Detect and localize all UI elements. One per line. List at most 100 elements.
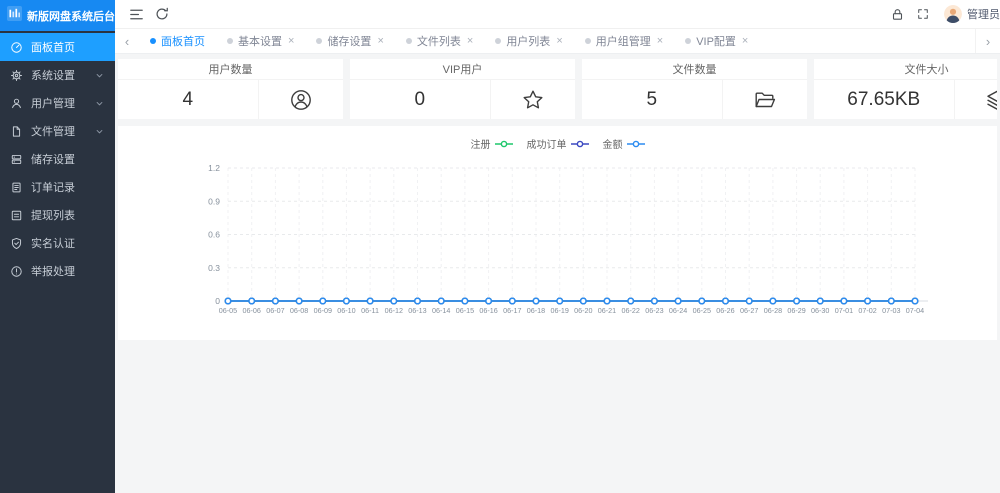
svg-text:06-05: 06-05 bbox=[219, 306, 237, 315]
tab-用户列表[interactable]: 用户列表 × bbox=[484, 29, 573, 53]
tab-label: 储存设置 bbox=[327, 36, 372, 48]
sidebar-item-label: 储存设置 bbox=[31, 154, 75, 166]
tabs-scroll-left-icon[interactable]: ‹ bbox=[115, 29, 139, 53]
stat-cards-row: 用户数量 4 VIP用户 0 文件数量 5 文件大小 67.65KB bbox=[118, 59, 997, 119]
user-avatar[interactable] bbox=[944, 5, 962, 23]
stat-card-title: VIP用户 bbox=[350, 59, 575, 80]
legend-label: 金额 bbox=[602, 140, 623, 151]
refresh-icon[interactable] bbox=[149, 0, 175, 28]
sidebar-item-files[interactable]: 文件管理 bbox=[0, 117, 115, 145]
topbar-right: 管理员 bbox=[884, 0, 1000, 28]
legend-line-marker-icon bbox=[494, 140, 513, 147]
sidebar-item-orders[interactable]: 订单记录 bbox=[0, 173, 115, 201]
user-circle-icon bbox=[257, 80, 344, 119]
svg-text:07-01: 07-01 bbox=[835, 306, 853, 315]
svg-text:0.3: 0.3 bbox=[208, 263, 220, 273]
tab-close-icon[interactable]: × bbox=[467, 35, 473, 47]
tab-close-icon[interactable]: × bbox=[377, 35, 383, 47]
page-content: 用户数量 4 VIP用户 0 文件数量 5 文件大小 67.65KB 注册 成功订单 金额 0 0.… bbox=[115, 54, 1000, 493]
svg-text:06-11: 06-11 bbox=[361, 306, 379, 315]
lock-screen-icon[interactable] bbox=[884, 0, 910, 28]
svg-text:06-30: 06-30 bbox=[811, 306, 829, 315]
tab-close-icon[interactable]: × bbox=[742, 35, 748, 47]
sidebar-item-dashboard[interactable]: 面板首页 bbox=[0, 33, 115, 61]
app-title: 新版网盘系统后台 bbox=[27, 10, 115, 23]
collapse-menu-icon[interactable] bbox=[123, 0, 149, 28]
chevron-down-icon bbox=[94, 98, 105, 109]
svg-text:06-10: 06-10 bbox=[337, 306, 355, 315]
tab-dot bbox=[316, 38, 323, 44]
sidebar-item-system[interactable]: 系统设置 bbox=[0, 61, 115, 89]
svg-text:06-16: 06-16 bbox=[479, 306, 497, 315]
stat-card-3: 文件大小 67.65KB bbox=[814, 59, 997, 119]
svg-text:06-29: 06-29 bbox=[787, 306, 805, 315]
tab-close-icon[interactable]: × bbox=[657, 35, 663, 47]
app-logo: 新版网盘系统后台 bbox=[0, 0, 115, 31]
svg-text:06-25: 06-25 bbox=[693, 306, 711, 315]
svg-text:06-27: 06-27 bbox=[740, 306, 758, 315]
svg-text:06-07: 06-07 bbox=[266, 306, 284, 315]
files-icon bbox=[10, 125, 23, 138]
sidebar-item-users[interactable]: 用户管理 bbox=[0, 89, 115, 117]
tab-基本设置[interactable]: 基本设置 × bbox=[216, 29, 305, 53]
tab-close-icon[interactable]: × bbox=[556, 35, 562, 47]
svg-text:06-20: 06-20 bbox=[574, 306, 592, 315]
report-icon bbox=[10, 265, 23, 278]
svg-text:07-02: 07-02 bbox=[858, 306, 876, 315]
legend-item-成功订单[interactable]: 成功订单 bbox=[527, 136, 589, 151]
tab-label: 面板首页 bbox=[161, 36, 205, 48]
verify-icon bbox=[10, 237, 23, 250]
stat-card-body: 5 bbox=[582, 80, 807, 119]
sidebar-item-label: 举报处理 bbox=[31, 266, 75, 278]
user-name[interactable]: 管理员 bbox=[967, 6, 1000, 22]
legend-item-金额[interactable]: 金额 bbox=[603, 136, 645, 151]
sidebar-item-label: 实名认证 bbox=[31, 238, 75, 250]
tabs-scroll-right-icon[interactable]: › bbox=[975, 29, 1000, 53]
sidebar-item-withdraw[interactable]: 提现列表 bbox=[0, 201, 115, 229]
fullscreen-icon[interactable] bbox=[910, 0, 936, 28]
svg-text:06-06: 06-06 bbox=[243, 306, 261, 315]
tab-dot bbox=[495, 38, 502, 44]
stat-card-value: 4 bbox=[182, 88, 194, 110]
svg-text:1.2: 1.2 bbox=[208, 163, 220, 173]
stat-card-0: 用户数量 4 bbox=[118, 59, 343, 119]
app-root: 新版网盘系统后台 面板首页 系统设置 用户管理 文件管理 储存设置 订单记录 提现列表 实名认… bbox=[0, 0, 1000, 493]
chart-legend: 注册 成功订单 金额 bbox=[118, 126, 997, 151]
sidebar-item-label: 面板首页 bbox=[31, 42, 75, 54]
tab-面板首页[interactable]: 面板首页 bbox=[139, 29, 216, 53]
tab-储存设置[interactable]: 储存设置 × bbox=[305, 29, 394, 53]
svg-text:06-13: 06-13 bbox=[408, 306, 426, 315]
chart-card: 注册 成功订单 金额 0 0.3 0.6 0.9 1.2 06-05 06-06 06-07 06-… bbox=[118, 126, 997, 340]
stat-card-title: 用户数量 bbox=[118, 59, 343, 80]
sidebar-item-label: 系统设置 bbox=[31, 70, 75, 82]
app-logo-icon bbox=[7, 5, 22, 26]
tab-用户组管理[interactable]: 用户组管理 × bbox=[574, 29, 674, 53]
sidebar-item-verify[interactable]: 实名认证 bbox=[0, 229, 115, 257]
svg-text:0.6: 0.6 bbox=[208, 230, 220, 240]
svg-text:06-28: 06-28 bbox=[764, 306, 782, 315]
main-area: 管理员 ‹ 面板首页 基本设置 × 储存设置 × 文件列表 × 用户列表 × 用户组管理 × VIP配… bbox=[115, 0, 1000, 493]
legend-item-注册[interactable]: 注册 bbox=[471, 136, 513, 151]
svg-text:06-24: 06-24 bbox=[669, 306, 687, 315]
tab-close-icon[interactable]: × bbox=[288, 35, 294, 47]
svg-text:06-17: 06-17 bbox=[503, 306, 521, 315]
sidebar-item-storage[interactable]: 储存设置 bbox=[0, 145, 115, 173]
stat-card-body: 0 bbox=[350, 80, 575, 119]
sidebar: 新版网盘系统后台 面板首页系统设置用户管理 文件管理储存设置订单记录 提现列表实名认… bbox=[0, 0, 115, 493]
legend-line-marker-icon bbox=[626, 140, 645, 147]
chevron-down-icon bbox=[94, 70, 105, 81]
svg-text:06-23: 06-23 bbox=[645, 306, 663, 315]
orders-icon bbox=[10, 181, 23, 194]
svg-text:06-19: 06-19 bbox=[551, 306, 569, 315]
withdraw-icon bbox=[10, 209, 23, 222]
svg-text:06-08: 06-08 bbox=[290, 306, 308, 315]
folder-open-icon bbox=[721, 80, 808, 119]
svg-text:06-26: 06-26 bbox=[716, 306, 734, 315]
sidebar-menu: 面板首页系统设置用户管理 文件管理储存设置订单记录 提现列表实名认证举报处理 bbox=[0, 31, 115, 285]
tab-VIP配置[interactable]: VIP配置 × bbox=[674, 29, 759, 53]
sidebar-item-report[interactable]: 举报处理 bbox=[0, 257, 115, 285]
tab-label: 用户组管理 bbox=[595, 36, 651, 48]
tab-文件列表[interactable]: 文件列表 × bbox=[395, 29, 484, 53]
svg-text:0: 0 bbox=[215, 296, 220, 306]
tab-dot bbox=[584, 38, 591, 44]
